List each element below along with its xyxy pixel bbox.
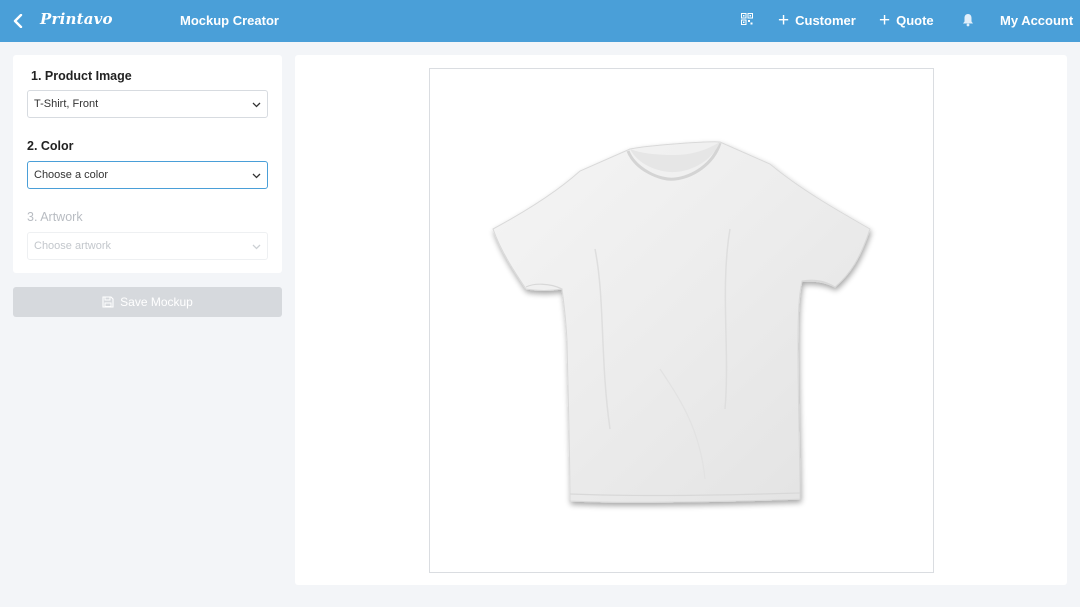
mockup-options-panel: 1. Product Image T-Shirt, Front 2. Color…	[13, 55, 282, 273]
product-image-select[interactable]: T-Shirt, Front	[27, 90, 268, 118]
color-label: 2. Color	[27, 139, 74, 153]
new-customer-button[interactable]: + Customer	[778, 9, 856, 31]
chevron-down-icon	[252, 173, 261, 179]
floppy-disk-icon	[102, 296, 114, 308]
quote-label: Quote	[896, 13, 934, 28]
page-title: Mockup Creator	[180, 13, 279, 28]
plus-icon: +	[778, 9, 790, 31]
plus-icon: +	[879, 9, 891, 31]
t-shirt-image	[492, 141, 871, 503]
printavo-logo[interactable]: Printavo	[40, 10, 113, 28]
product-image-label: 1. Product Image	[31, 69, 132, 83]
chevron-down-icon	[252, 244, 261, 250]
back-button[interactable]	[10, 11, 26, 31]
artwork-value: Choose artwork	[34, 240, 112, 252]
color-value: Choose a color	[34, 169, 108, 181]
bell-icon	[963, 14, 973, 27]
qr-code-button[interactable]	[741, 13, 753, 25]
artwork-select: Choose artwork	[27, 232, 268, 260]
notifications-button[interactable]	[962, 13, 974, 27]
customer-label: Customer	[795, 13, 856, 28]
color-select[interactable]: Choose a color	[27, 161, 268, 189]
mockup-preview-panel	[295, 55, 1067, 585]
save-mockup-button[interactable]: Save Mockup	[13, 287, 282, 317]
qr-code-icon	[741, 13, 753, 25]
artwork-label: 3. Artwork	[27, 210, 83, 224]
product-image-value: T-Shirt, Front	[34, 98, 99, 110]
my-account-label: My Account	[1000, 13, 1074, 28]
back-arrow-icon	[13, 14, 23, 28]
new-quote-button[interactable]: + Quote	[879, 9, 934, 31]
mockup-canvas	[429, 68, 934, 573]
top-navigation-bar: Printavo Mockup Creator + Customer + Quo…	[0, 0, 1080, 42]
chevron-down-icon	[252, 102, 261, 108]
save-mockup-label: Save Mockup	[120, 295, 193, 309]
my-account-menu[interactable]: My Account	[1000, 13, 1073, 28]
